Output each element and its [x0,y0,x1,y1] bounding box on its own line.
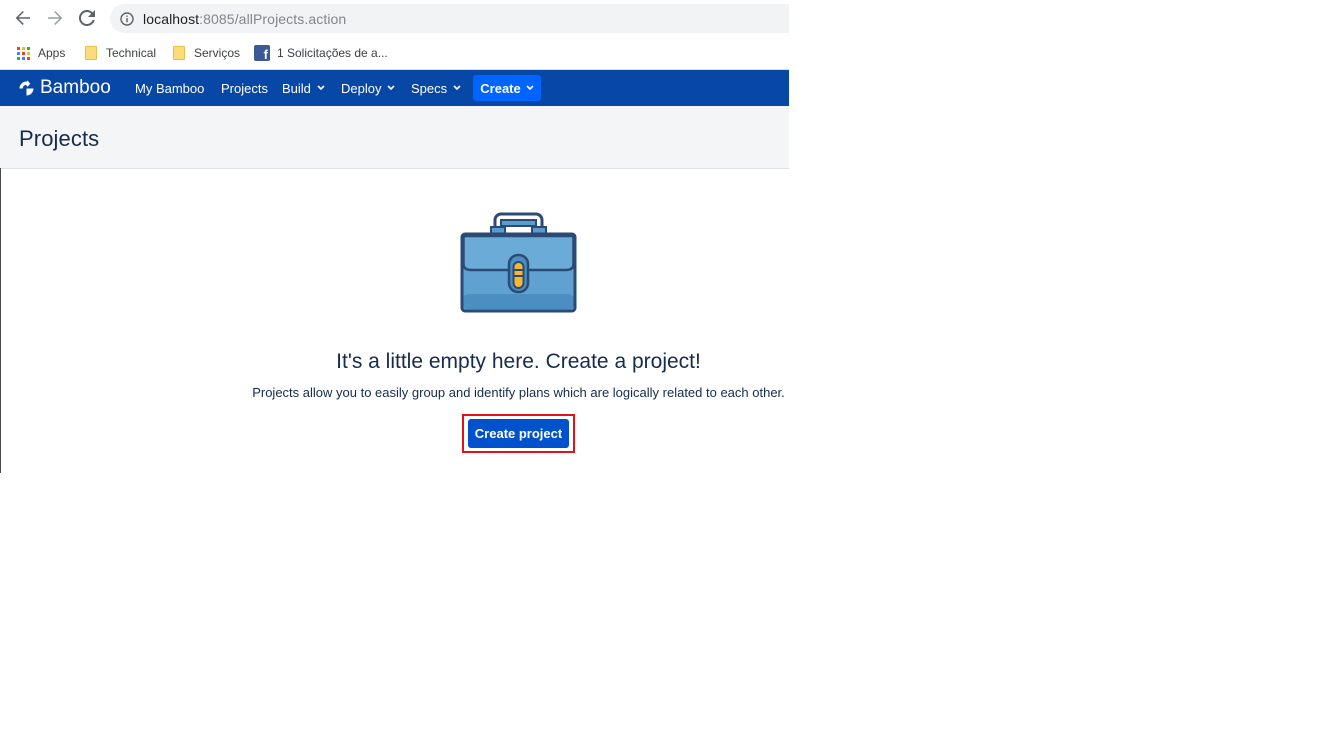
reload-button[interactable] [75,6,99,30]
empty-state: It's a little empty here. Create a proje… [0,169,789,473]
back-arrow-icon [15,11,30,25]
page-title: Projects [19,126,100,151]
nav-build[interactable]: Build [282,70,325,106]
folder-icon [83,45,99,61]
facebook-icon: f [254,45,270,61]
nav-label: Specs [411,80,448,96]
empty-state-description: Projects allow you to easily group and i… [252,385,785,400]
nav-my-bamboo[interactable]: My Bamboo [135,70,204,106]
chevron-down-icon [526,85,534,91]
bookmark-label: 1 Solicitações de a... [277,46,388,60]
info-icon[interactable] [119,11,135,27]
url-text: localhost:8085/allProjects.action [143,11,346,27]
chevron-down-icon [317,85,325,91]
browser-toolbar: localhost:8085/allProjects.action [0,0,789,37]
bookmark-apps[interactable]: Apps [15,43,65,63]
forward-arrow-icon [48,11,63,25]
browser-window: localhost:8085/allProjects.action Apps T… [0,0,789,473]
bookmark-label: Technical [106,46,157,60]
briefcase-icon [460,212,577,313]
bookmark-servicos[interactable]: Serviços [171,43,240,63]
reload-icon [79,10,95,26]
address-bar[interactable]: localhost:8085/allProjects.action [110,4,789,33]
nav-label: Deploy [341,80,382,96]
bookmark-label: Apps [38,46,66,60]
forward-button[interactable] [43,6,67,30]
chevron-down-icon [387,85,396,91]
bamboo-logo[interactable]: Bamboo [18,77,111,98]
nav-label: My Bamboo [135,80,205,96]
create-project-button[interactable]: Create project [468,419,569,448]
bookmark-label: Serviços [194,46,241,60]
create-label: Create [480,80,521,96]
empty-state-heading: It's a little empty here. Create a proje… [336,350,701,373]
nav-specs[interactable]: Specs [411,70,461,106]
page-header: Projects [0,106,789,169]
logo-text: Bamboo [40,77,111,98]
url-host: localhost [143,10,200,27]
apps-grid-icon [15,45,31,61]
chevron-down-icon [453,85,461,91]
nav-label: Projects [221,80,268,96]
bookmark-technical[interactable]: Technical [83,43,156,63]
bookmarks-bar: Apps Technical Serviços f 1 Solicitações… [0,37,789,70]
nav-projects[interactable]: Projects [221,70,268,106]
folder-icon [171,45,187,61]
nav-label: Build [282,80,311,96]
url-path: :8085/allProjects.action [199,10,347,27]
nav-deploy[interactable]: Deploy [341,70,396,106]
back-button[interactable] [11,6,35,30]
app-header: Bamboo My Bamboo Projects Build Deploy S… [0,70,789,106]
bamboo-logo-icon [19,80,34,95]
bookmark-solicitacoes[interactable]: f 1 Solicitações de a... [254,43,388,63]
create-button[interactable]: Create [473,75,541,101]
